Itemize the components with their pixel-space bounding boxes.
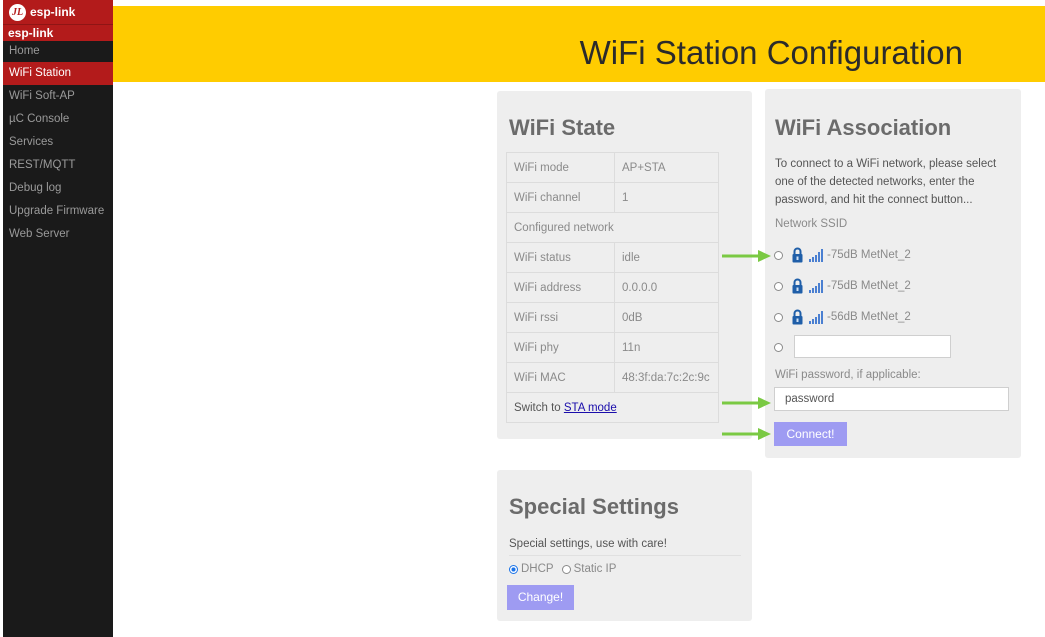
sidebar-item-uc-console[interactable]: µC Console: [3, 108, 113, 131]
configured-network-label: Configured network: [506, 212, 719, 243]
sidebar-item-rest-mqtt[interactable]: REST/MQTT: [3, 154, 113, 177]
sidebar-menu: Home WiFi Station WiFi Soft-AP µC Consol…: [3, 41, 113, 246]
wifi-address-label: WiFi address: [506, 272, 615, 303]
network-option[interactable]: -75dB MetNet_2: [774, 276, 911, 296]
table-row: Switch to STA mode: [506, 392, 719, 423]
switch-mode-prefix: Switch to: [514, 401, 561, 414]
table-row: WiFi rssi 0dB: [506, 302, 719, 333]
network-radio[interactable]: [774, 281, 783, 291]
wifi-channel-label: WiFi channel: [506, 182, 615, 213]
sidebar-item-home[interactable]: Home: [3, 41, 113, 62]
connect-button[interactable]: Connect!: [774, 422, 847, 446]
special-settings-description: Special settings, use with care!: [509, 538, 741, 556]
lock-icon: [792, 247, 803, 263]
static-ip-label[interactable]: Static IP: [574, 563, 617, 575]
table-row: WiFi status idle: [506, 242, 719, 273]
wifi-state-title: WiFi State: [509, 115, 616, 140]
wifi-association-description: To connect to a WiFi network, please sel…: [775, 158, 997, 206]
special-settings-title: Special Settings: [509, 494, 679, 519]
custom-network-radio[interactable]: [774, 342, 783, 352]
password-label: WiFi password, if applicable:: [775, 369, 921, 381]
wifi-association-card: WiFi Association To connect to a WiFi ne…: [765, 89, 1021, 458]
wifi-phy-label: WiFi phy: [506, 332, 615, 363]
wifi-phy-value: 11n: [614, 332, 719, 363]
wifi-mac-label: WiFi MAC: [506, 362, 615, 393]
wifi-rssi-value: 0dB: [614, 302, 719, 333]
static-ip-radio[interactable]: [561, 564, 571, 574]
esp-link-logo-icon: JL: [9, 3, 26, 21]
brand-bar[interactable]: JL esp-link: [3, 0, 113, 24]
sidebar-item-wifi-station[interactable]: WiFi Station: [3, 62, 113, 85]
network-rssi: -56dB: [827, 311, 858, 323]
network-ssid-label: Network SSID: [775, 218, 848, 230]
brand-subtitle: esp-link: [3, 24, 113, 41]
annotation-arrow-icon: [722, 250, 771, 262]
network-ssid: MetNet_2: [860, 249, 911, 261]
signal-strength-icon: [809, 279, 824, 293]
table-row: WiFi phy 11n: [506, 332, 719, 363]
lock-icon: [792, 309, 803, 325]
sidebar-item-web-server[interactable]: Web Server: [3, 223, 113, 246]
network-radio[interactable]: [774, 312, 783, 322]
sta-mode-link[interactable]: STA mode: [564, 402, 617, 414]
wifi-mode-label: WiFi mode: [506, 152, 615, 183]
signal-strength-icon: [809, 310, 824, 324]
special-settings-card: Special Settings Special settings, use w…: [497, 470, 752, 621]
sidebar: JL esp-link esp-link Home WiFi Station W…: [3, 0, 113, 637]
wifi-address-value: 0.0.0.0: [614, 272, 719, 303]
sidebar-item-wifi-soft-ap[interactable]: WiFi Soft-AP: [3, 85, 113, 108]
network-option[interactable]: -75dB MetNet_2: [774, 245, 911, 265]
network-rssi: -75dB: [827, 280, 858, 292]
sidebar-item-services[interactable]: Services: [3, 131, 113, 154]
dhcp-label[interactable]: DHCP: [521, 563, 554, 575]
annotation-arrow-icon: [722, 428, 771, 440]
switch-mode-cell: Switch to STA mode: [506, 392, 719, 423]
lock-icon: [792, 278, 803, 294]
sidebar-item-upgrade-firmware[interactable]: Upgrade Firmware: [3, 200, 113, 223]
dhcp-radio[interactable]: [509, 564, 518, 574]
wifi-state-table: WiFi mode AP+STA WiFi channel 1 Configur…: [506, 152, 719, 423]
wifi-mode-value: AP+STA: [614, 152, 719, 183]
custom-ssid-input[interactable]: [794, 335, 951, 358]
password-input[interactable]: password: [774, 387, 1009, 411]
ip-mode-radio-group: DHCP Static IP: [509, 563, 616, 575]
wifi-mac-value: 48:3f:da:7c:2c:9c: [614, 362, 719, 393]
custom-network-option[interactable]: [774, 337, 792, 357]
network-ssid: MetNet_2: [860, 311, 911, 323]
network-radio[interactable]: [774, 250, 783, 260]
network-option[interactable]: -56dB MetNet_2: [774, 307, 911, 327]
page-header: WiFi Station Configuration: [113, 6, 1045, 82]
change-button[interactable]: Change!: [507, 585, 574, 610]
signal-strength-icon: [809, 248, 824, 262]
wifi-association-title: WiFi Association: [775, 115, 952, 140]
wifi-status-label: WiFi status: [506, 242, 615, 273]
table-row: Configured network: [506, 212, 719, 243]
table-row: WiFi mode AP+STA: [506, 152, 719, 183]
network-rssi: -75dB: [827, 249, 858, 261]
table-row: WiFi address 0.0.0.0: [506, 272, 719, 303]
wifi-status-value: idle: [614, 242, 719, 273]
network-ssid: MetNet_2: [860, 280, 911, 292]
table-row: WiFi MAC 48:3f:da:7c:2c:9c: [506, 362, 719, 393]
wifi-rssi-label: WiFi rssi: [506, 302, 615, 333]
wifi-state-card: WiFi State WiFi mode AP+STA WiFi channel…: [497, 91, 752, 439]
annotation-arrow-icon: [722, 397, 771, 409]
wifi-channel-value: 1: [614, 182, 719, 213]
brand-name: esp-link: [30, 5, 76, 19]
table-row: WiFi channel 1: [506, 182, 719, 213]
page-title: WiFi Station Configuration: [579, 34, 963, 71]
sidebar-item-debug-log[interactable]: Debug log: [3, 177, 113, 200]
